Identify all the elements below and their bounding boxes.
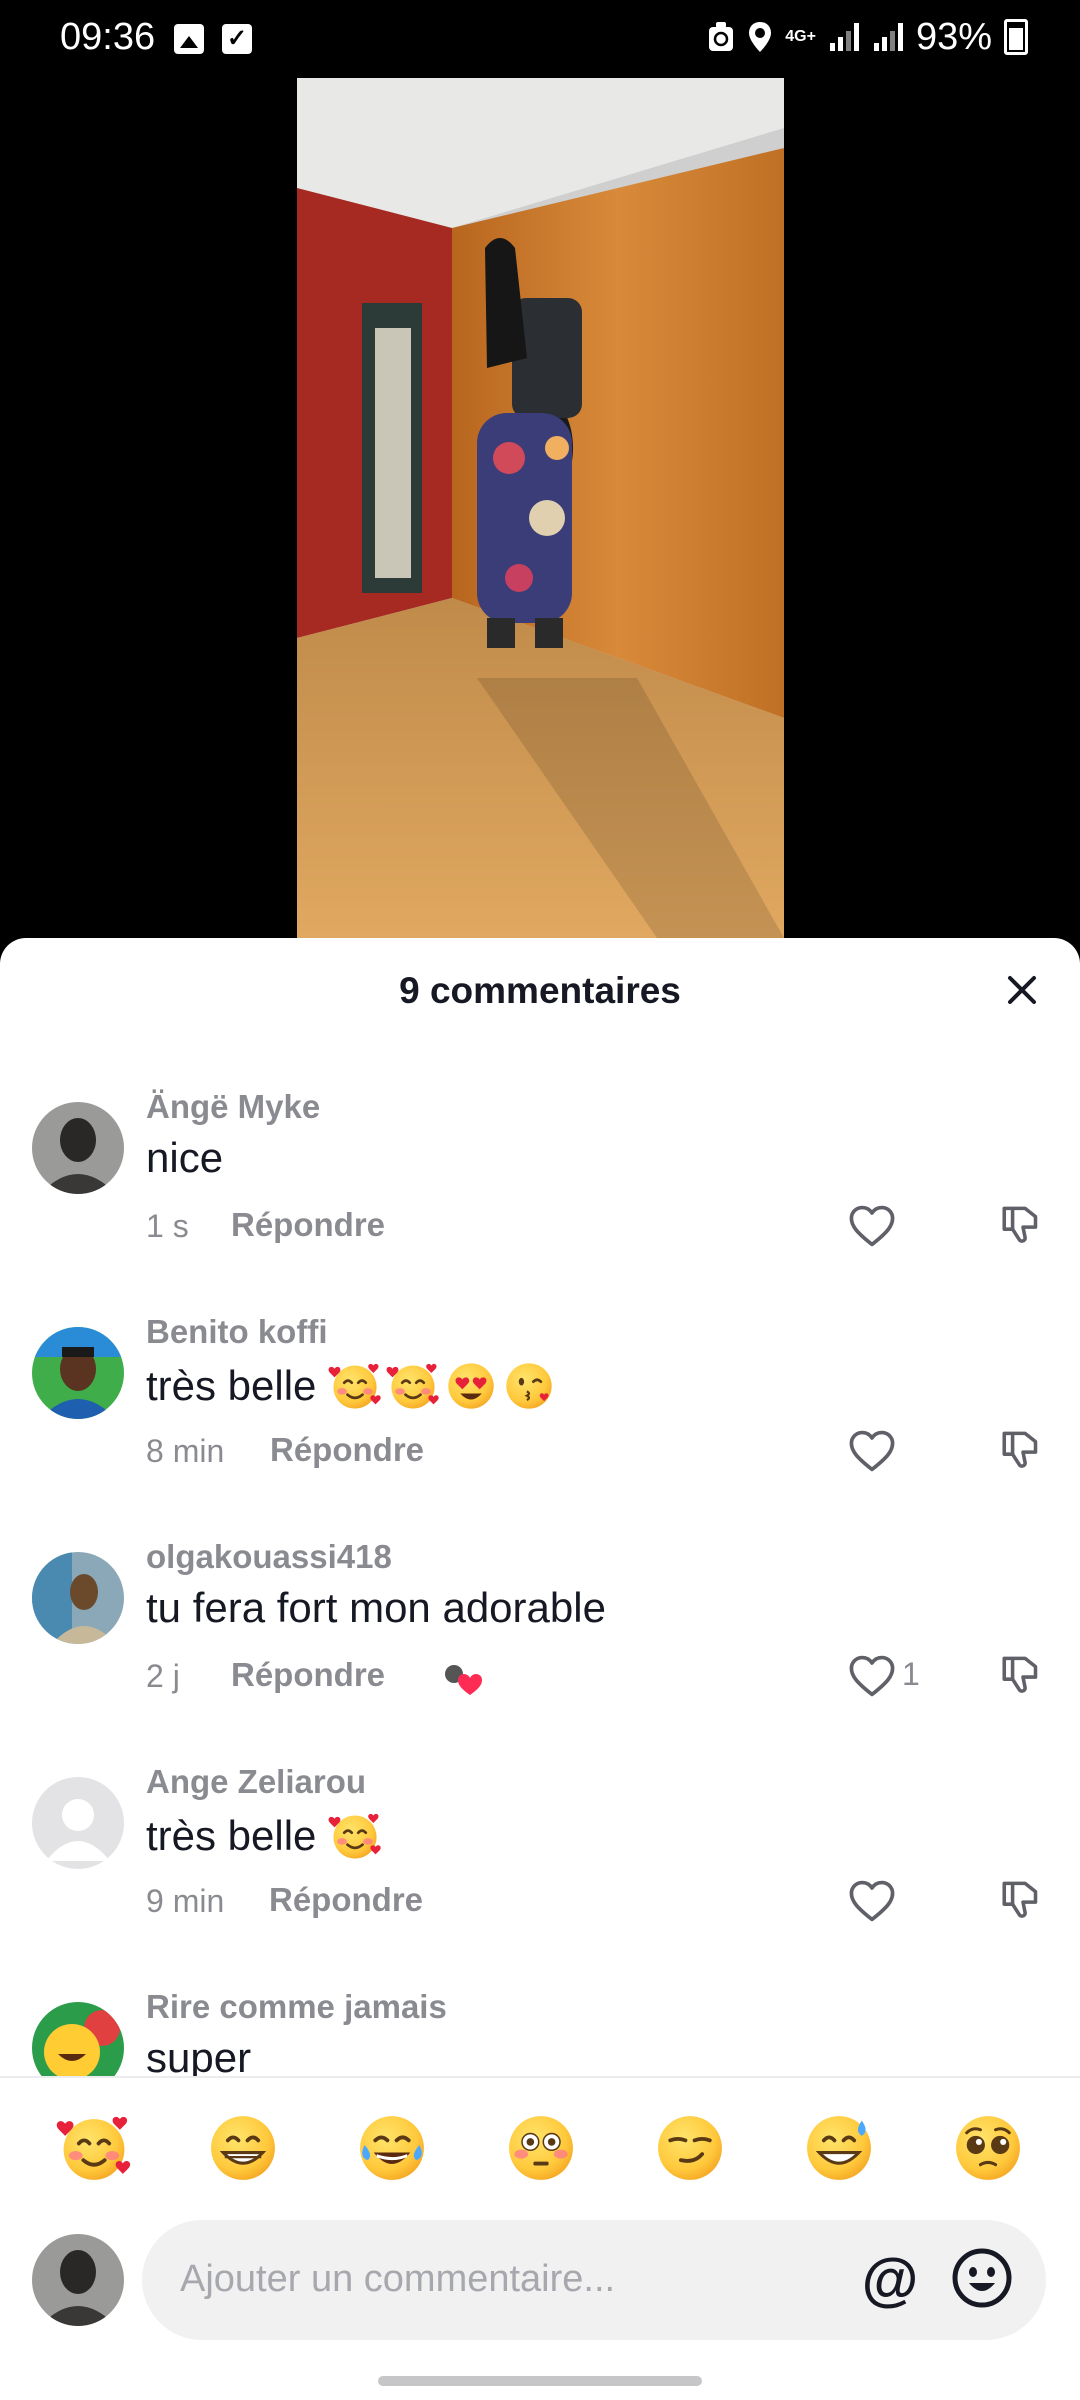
default-avatar[interactable] xyxy=(32,1777,124,1869)
comment-input[interactable]: Ajouter un commentaire... @ xyxy=(142,2220,1046,2340)
tears-of-joy-icon[interactable] xyxy=(354,2110,430,2186)
comments-count-title: 9 commentaires xyxy=(399,970,681,1011)
comment-text: super xyxy=(146,2034,251,2076)
comment-item: Benito koffi très belle 8 min Répondre xyxy=(0,1293,1080,1513)
reply-button[interactable]: Répondre xyxy=(270,1431,424,1469)
avatar[interactable] xyxy=(32,1552,124,1644)
smiling-face-with-hearts-icon[interactable] xyxy=(56,2110,132,2186)
comment-username[interactable]: olgakouassi418 xyxy=(146,1538,392,1576)
battery-percent: 93% xyxy=(915,15,992,58)
kissing-face-icon xyxy=(502,1359,556,1413)
sweat-smile-icon[interactable] xyxy=(801,2110,877,2186)
grinning-face-icon[interactable] xyxy=(205,2110,281,2186)
comment-text-content: tu fera fort mon adorable xyxy=(146,1584,606,1631)
flushed-face-icon[interactable] xyxy=(503,2110,579,2186)
close-icon[interactable] xyxy=(1000,968,1044,1012)
signal-icon xyxy=(873,23,903,51)
comment-text-content: super xyxy=(146,2034,252,2076)
status-bar: 09:36 ✓ 4G+ 93% xyxy=(0,0,1080,78)
comment-text: très belle xyxy=(146,1359,556,1413)
comment-time: 2 j xyxy=(146,1658,180,1694)
heart-icon[interactable] xyxy=(846,1650,898,1702)
mention-button[interactable]: @ xyxy=(854,2244,926,2316)
dislike-icon[interactable] xyxy=(998,1650,1048,1700)
comment-username[interactable]: Ängë Myke xyxy=(146,1088,320,1126)
emoji-quick-bar xyxy=(0,2110,1080,2190)
smiling-face-with-hearts-icon xyxy=(328,1359,382,1413)
comment-item: Ange Zeliarou très belle 9 min Répondre xyxy=(0,1743,1080,1963)
comment-username[interactable]: Benito koffi xyxy=(146,1313,327,1351)
reply-button[interactable]: Répondre xyxy=(231,1206,385,1244)
network-4g-icon: 4G+ xyxy=(785,28,816,45)
video-frame xyxy=(297,78,784,938)
status-time: 09:36 xyxy=(60,16,156,58)
heart-eyes-icon xyxy=(444,1359,498,1413)
smiley-icon[interactable] xyxy=(950,2246,1014,2310)
comment-time: 1 s xyxy=(146,1208,189,1244)
creator-liked-icon xyxy=(445,1665,482,1695)
gallery-icon xyxy=(174,24,204,54)
reply-button[interactable]: Répondre xyxy=(231,1656,385,1694)
comment-username[interactable]: Rire comme jamais xyxy=(146,1988,447,2026)
smirking-face-icon[interactable] xyxy=(652,2110,728,2186)
comment-text-content: nice xyxy=(146,1134,224,1181)
home-indicator[interactable] xyxy=(378,2376,702,2386)
comment-item: Rire comme jamais super xyxy=(0,1968,1080,2076)
dislike-icon[interactable] xyxy=(998,1200,1048,1250)
location-icon xyxy=(749,22,772,52)
like-count: 1 xyxy=(902,1656,920,1692)
signal-icon xyxy=(829,23,859,51)
smiling-face-with-hearts-icon xyxy=(386,1359,440,1413)
smiling-face-with-hearts-icon xyxy=(328,1809,382,1863)
comment-text: très belle xyxy=(146,1809,382,1863)
comment-time: 9 min xyxy=(146,1883,225,1919)
avatar[interactable] xyxy=(32,2002,124,2076)
comment-text: tu fera fort mon adorable xyxy=(146,1584,606,1632)
comment-text-content: très belle xyxy=(146,1812,317,1859)
comment-input-placeholder: Ajouter un commentaire... xyxy=(180,2258,616,2300)
dislike-icon[interactable] xyxy=(998,1875,1048,1925)
heart-icon[interactable] xyxy=(846,1425,898,1477)
comment-time: 8 min xyxy=(146,1433,225,1469)
avatar[interactable] xyxy=(32,1327,124,1419)
video-player[interactable] xyxy=(297,78,784,938)
comment-username[interactable]: Ange Zeliarou xyxy=(146,1763,366,1801)
dislike-icon[interactable] xyxy=(998,1425,1048,1475)
recycle-icon xyxy=(709,22,734,51)
comment-text-content: très belle xyxy=(146,1362,317,1409)
battery-icon xyxy=(1004,19,1028,55)
reply-button[interactable]: Répondre xyxy=(269,1881,423,1919)
status-right: 4G+ 93% xyxy=(707,12,1028,62)
comment-input-row: Ajouter un commentaire... @ xyxy=(0,2220,1080,2340)
avatar[interactable] xyxy=(32,1102,124,1194)
heart-icon[interactable] xyxy=(846,1200,898,1252)
comment-item: Ängë Myke nice 1 s Répondre xyxy=(0,1068,1080,1288)
pleading-face-icon[interactable] xyxy=(950,2110,1026,2186)
my-avatar xyxy=(32,2234,124,2326)
comment-item: olgakouassi418 tu fera fort mon adorable… xyxy=(0,1518,1080,1738)
comment-text: nice xyxy=(146,1134,223,1182)
heart-icon[interactable] xyxy=(846,1875,898,1927)
divider xyxy=(0,2076,1080,2078)
checkbox-icon: ✓ xyxy=(222,24,252,54)
